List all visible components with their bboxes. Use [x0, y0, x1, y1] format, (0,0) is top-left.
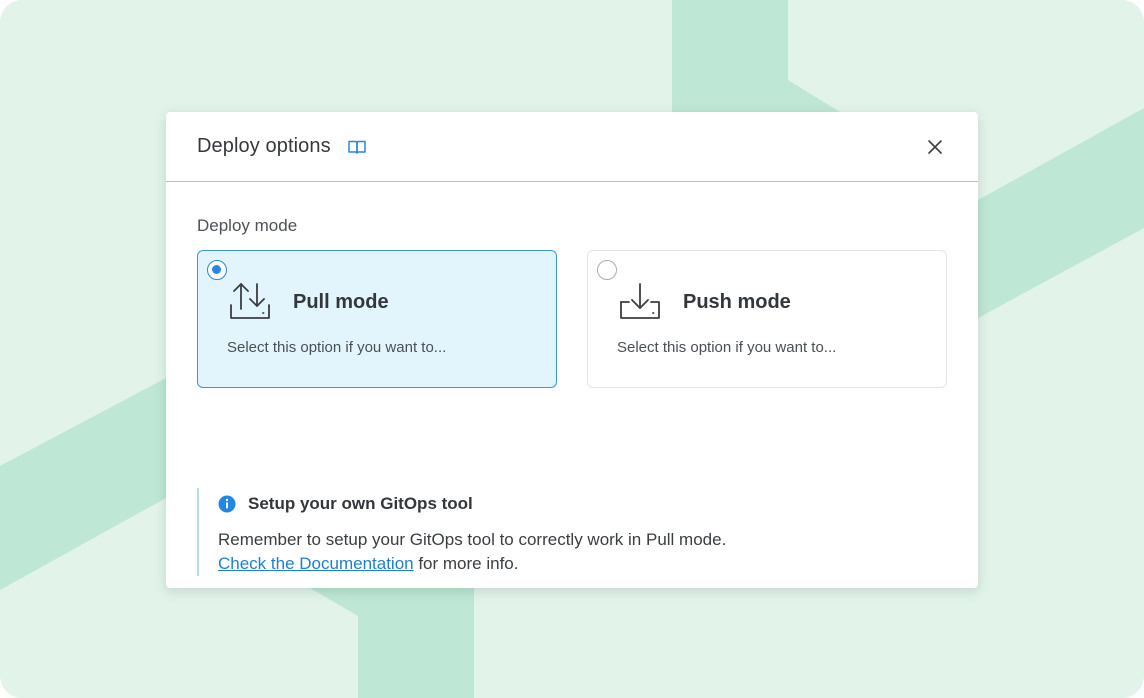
callout-line-1: Remember to setup your GitOps tool to co… — [218, 530, 727, 549]
download-tray-icon — [620, 283, 660, 319]
close-icon — [928, 139, 942, 154]
push-mode-option[interactable]: Push mode Select this option if you want… — [587, 250, 947, 388]
info-icon — [218, 495, 236, 513]
push-mode-description: Select this option if you want to... — [617, 339, 837, 356]
dialog-header: Deploy options — [166, 112, 978, 182]
push-mode-title: Push mode — [683, 291, 791, 313]
gitops-info-callout: Setup your own GitOps tool Remember to s… — [197, 488, 917, 576]
close-button[interactable] — [923, 135, 947, 159]
pull-mode-radio[interactable] — [207, 260, 227, 280]
upload-download-tray-icon — [230, 283, 270, 319]
pull-mode-title: Pull mode — [293, 291, 389, 313]
callout-line-2: Check the Documentation for more info. — [218, 552, 917, 576]
callout-line-2-suffix: for more info. — [413, 554, 519, 573]
callout-title: Setup your own GitOps tool — [248, 494, 473, 513]
deploy-mode-label: Deploy mode — [197, 216, 298, 235]
documentation-link[interactable]: Check the Documentation — [218, 554, 414, 573]
pull-mode-description: Select this option if you want to... — [227, 339, 447, 356]
callout-header: Setup your own GitOps tool — [218, 494, 917, 514]
push-mode-radio[interactable] — [597, 260, 617, 280]
dialog-title: Deploy options — [197, 135, 331, 157]
callout-body: Remember to setup your GitOps tool to co… — [218, 528, 917, 576]
deploy-options-dialog: Deploy options Deploy mode Pull mode Sel… — [166, 112, 978, 588]
pull-mode-option[interactable]: Pull mode Select this option if you want… — [197, 250, 557, 388]
book-icon[interactable] — [347, 137, 367, 157]
